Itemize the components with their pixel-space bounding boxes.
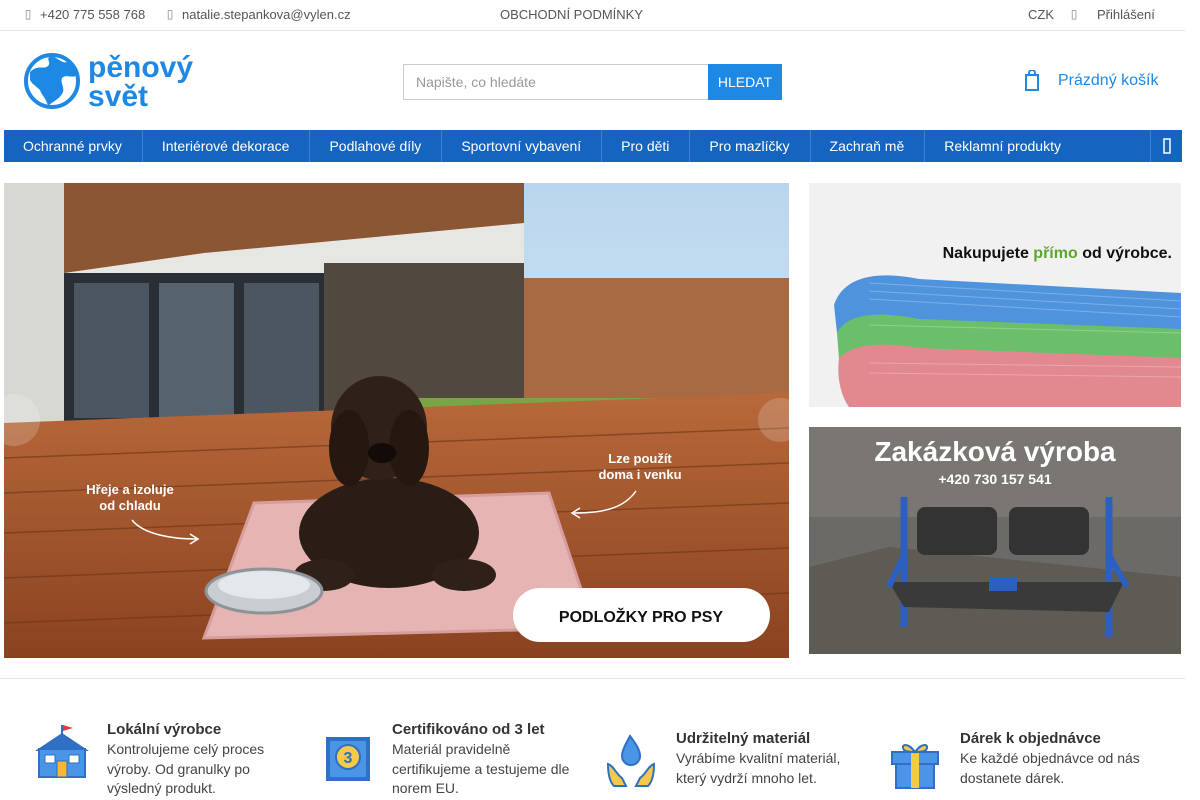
nav-item-pro-mazlicky[interactable]: Pro mazlíčky [690,130,811,162]
currency-select[interactable]: CZK ▯ [1028,7,1078,22]
cart-icon [1025,70,1039,91]
gift-icon [891,744,939,789]
site-logo[interactable]: pěnový svět [22,50,208,113]
section-divider [0,678,1185,679]
side-banner-1-image: Nakupujete přímo od výrobce. [809,183,1181,407]
nav-item-ochranne-prvky[interactable]: Ochranné prvky [4,130,143,162]
logo-line2: svět [88,80,148,112]
sustainable-icon [606,734,656,787]
side-banner-2-title: Zakázková výroba [874,436,1116,467]
phone-contact[interactable]: ▯ +420 775 558 768 [24,7,146,22]
nav-item-zachran-me[interactable]: Zachraň mě [811,130,926,162]
main-nav: Ochranné prvky Interiérové dekorace Podl… [4,130,1182,162]
benefit-title: Lokální výrobce [107,721,222,738]
side-banner-custom-production[interactable]: Zakázková výroba +420 730 157 541 [809,427,1181,654]
svg-text:3: 3 [344,750,353,767]
factory-icon [35,725,89,778]
side-banner-manufacturer[interactable]: Nakupujete přímo od výrobce. [809,183,1181,407]
search-button[interactable]: HLEDAT [708,64,782,100]
phone-number[interactable]: +420 775 558 768 [40,7,145,22]
benefit-certified: 3 Certifikováno od 3 let Materiál pravid… [316,721,586,799]
benefit-title: Dárek k objednávce [960,730,1101,747]
benefit-sustainable: Udržitelný materiál Vyrábíme kvalitní ma… [600,730,870,792]
main-banner-image: Hřeje a izoluje od chladu Lze použít dom… [4,183,789,658]
caption-right-line1: Lze použít [608,451,672,466]
banner-cta[interactable]: PODLOŽKY PRO PSY [559,607,724,626]
login-link[interactable]: Přihlášení [1097,7,1155,22]
mail-icon: ▯ [166,7,174,21]
benefit-gift: Dárek k objednávce Ke každé objednávce o… [884,730,1164,792]
search-form: HLEDAT [403,64,782,100]
more-icon [1162,138,1171,154]
main-banner[interactable]: Hřeje a izoluje od chladu Lze použít dom… [4,183,789,658]
chevron-down-icon: ▯ [1070,7,1078,21]
search-input[interactable] [403,64,708,100]
certificate-icon: 3 [326,737,370,781]
caption-left-line1: Hřeje a izoluje [86,482,173,497]
terms-link[interactable]: OBCHODNÍ PODMÍNKY [500,7,643,22]
currency-value: CZK [1028,7,1054,22]
benefit-title: Udržitelný materiál [676,730,811,747]
cart-link[interactable]: Prázdný košík [1024,70,1158,92]
nav-more-button[interactable] [1150,130,1182,162]
benefit-text: Materiál pravidelně certifikujeme a test… [392,741,570,796]
side-banner-2-image: Zakázková výroba +420 730 157 541 [809,427,1181,654]
benefit-title: Certifikováno od 3 let [392,721,545,738]
email-address[interactable]: natalie.stepankova@vylen.cz [182,7,351,22]
benefit-text: Kontrolujeme celý proces výroby. Od gran… [107,741,265,796]
nav-item-pro-deti[interactable]: Pro děti [602,130,691,162]
cart-label: Prázdný košík [1058,72,1159,89]
caption-right-line2: doma i venku [598,467,681,482]
nav-item-sportovni-vybaveni[interactable]: Sportovní vybavení [442,130,603,162]
benefit-local: Lokální výrobce Kontrolujeme celý proces… [31,721,291,799]
nav-item-podlahove-dily[interactable]: Podlahové díly [310,130,443,162]
nav-item-reklamni-produkty[interactable]: Reklamní produkty [925,130,1081,162]
phone-icon: ▯ [24,7,32,21]
logo-globe-icon: pěnový svět [24,51,193,113]
top-bar: ▯ +420 775 558 768 ▯ natalie.stepankova@… [0,0,1185,31]
side-banner-1-text: Nakupujete přímo od výrobce. [943,245,1172,262]
nav-item-interierove-dekorace[interactable]: Interiérové dekorace [143,130,311,162]
caption-left-line2: od chladu [99,498,160,513]
email-contact[interactable]: ▯ natalie.stepankova@vylen.cz [166,7,351,22]
benefit-text: Ke každé objednávce od nás dostanete dár… [960,750,1140,786]
benefit-text: Vyrábíme kvalitní materiál, který vydrží… [676,750,841,786]
side-banner-2-phone: +420 730 157 541 [938,471,1051,487]
